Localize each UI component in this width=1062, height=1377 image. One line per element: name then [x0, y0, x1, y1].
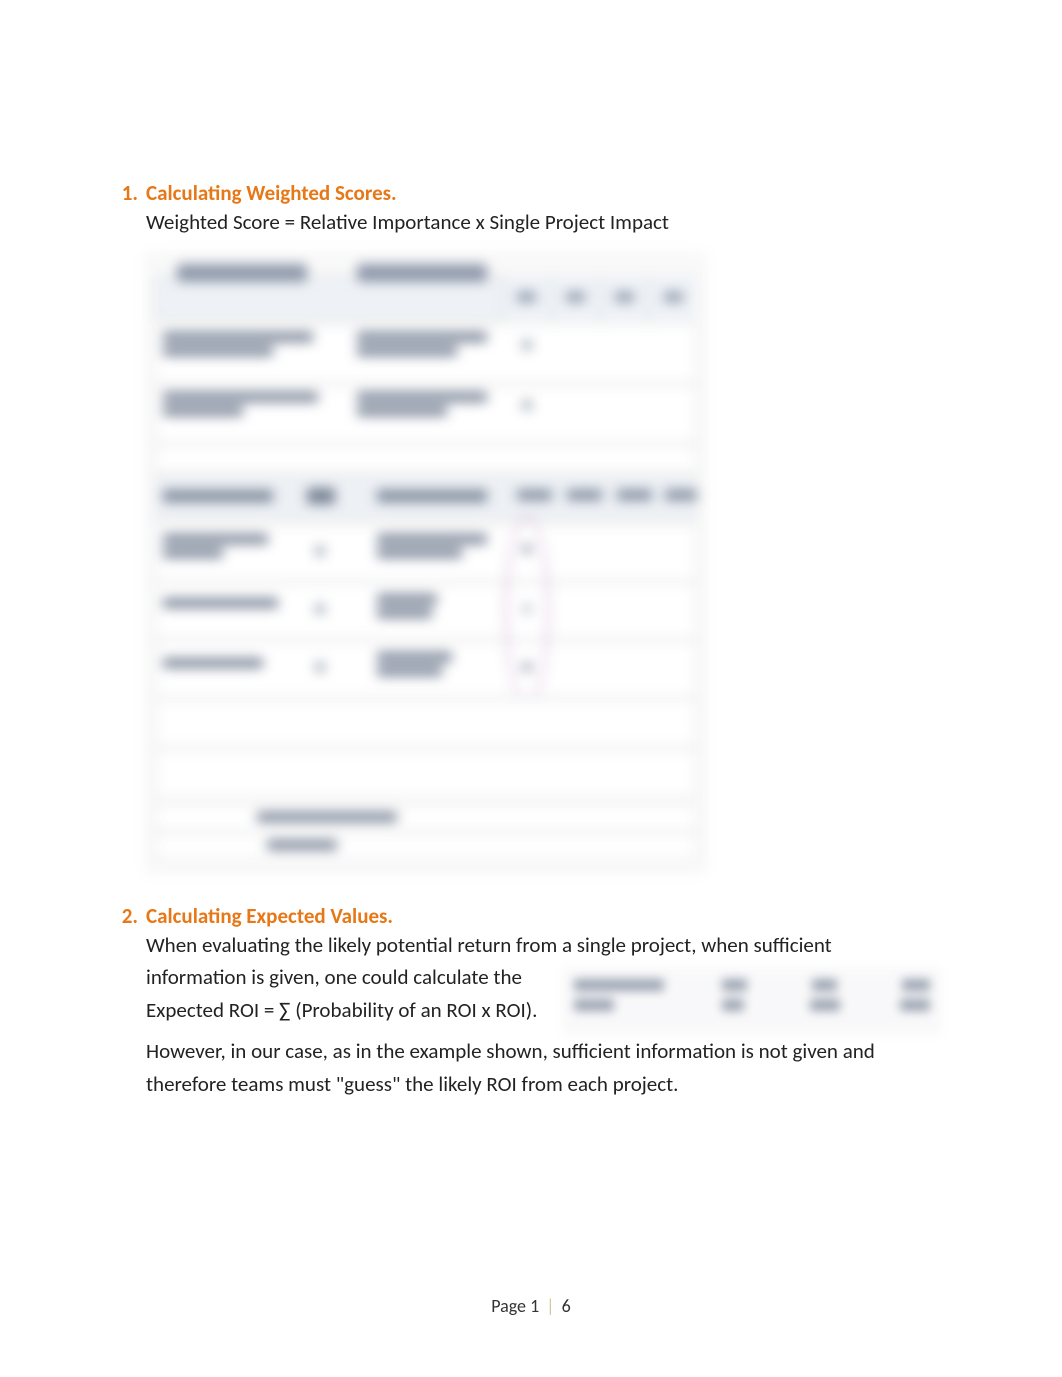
section-2-body-line3: However, in our case, as in the example … [146, 1035, 942, 1100]
footer-separator: | [546, 1295, 554, 1317]
page-footer: Page 1 | 6 [0, 1295, 1062, 1317]
section-1-body: Weighted Score = Relative Importance x S… [146, 206, 942, 239]
section-1-title: Calculating Weighted Scores. [146, 180, 397, 206]
section-2-inline-row: information is given, one could calculat… [146, 961, 942, 1035]
section-1-number: 1. [110, 180, 138, 206]
footer-page-label: Page [491, 1295, 526, 1317]
section-1-heading-line: 1. Calculating Weighted Scores. [110, 180, 942, 206]
document-page: 1. Calculating Weighted Scores. Weighted… [0, 0, 1062, 1170]
section-2-heading-line: 2. Calculating Expected Values. [110, 903, 942, 929]
section-2: 2. Calculating Expected Values. When eva… [110, 903, 942, 1101]
section-2-body-left: information is given, one could calculat… [146, 961, 548, 1026]
section-1: 1. Calculating Weighted Scores. Weighted… [110, 180, 942, 873]
footer-current-page: 1 [530, 1295, 539, 1317]
section-2-title: Calculating Expected Values. [146, 903, 393, 929]
section-2-number: 2. [110, 903, 138, 929]
section-2-body-line1: When evaluating the likely potential ret… [146, 929, 942, 962]
weighted-score-table-blurred [146, 253, 706, 873]
footer-total-pages: 6 [562, 1295, 571, 1317]
expected-value-table-blurred [562, 967, 942, 1035]
